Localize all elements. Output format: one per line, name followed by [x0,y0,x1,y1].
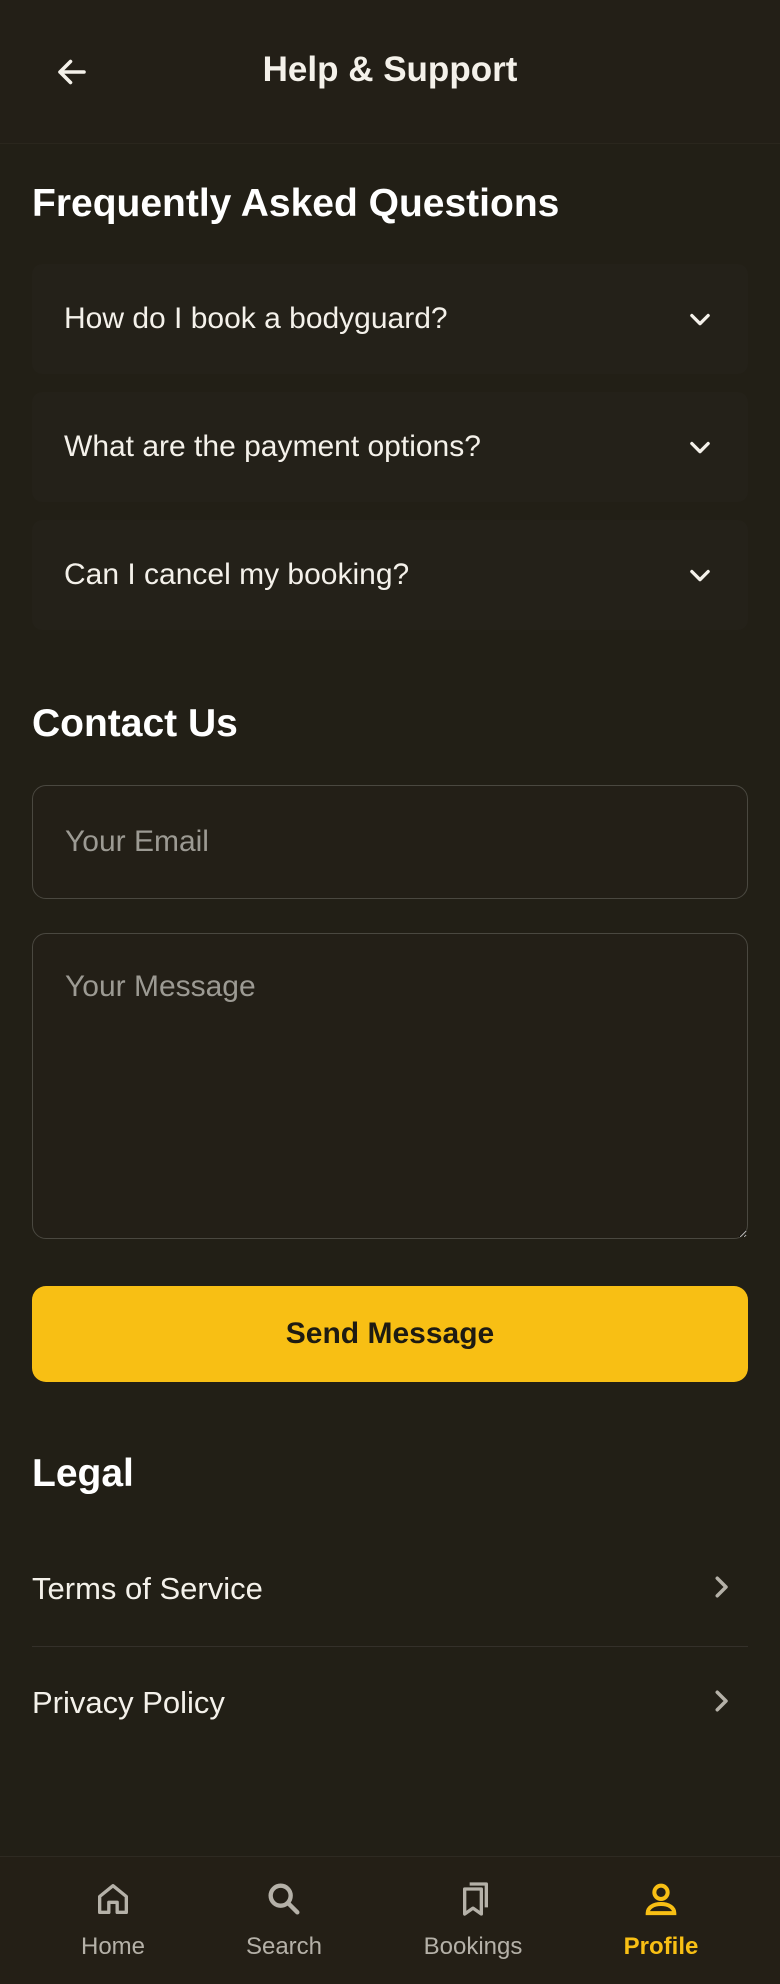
chevron-down-icon [684,431,716,463]
privacy-policy-link[interactable]: Privacy Policy [32,1647,748,1759]
search-icon [264,1877,304,1921]
legal-item-label: Terms of Service [32,1571,263,1606]
nav-label: Home [80,1933,146,1960]
nav-label: Profile [623,1933,699,1960]
bottom-nav: Home Search Bookings Profile [0,1856,780,1984]
faq-question: Can I cancel my booking? [64,558,410,591]
nav-label: Bookings [423,1933,523,1960]
legal-section-title: Legal [32,1452,134,1495]
bookmarks-icon [453,1877,493,1921]
contact-section-title: Contact Us [32,702,238,745]
nav-label: Search [245,1933,323,1960]
nav-item-bookings[interactable]: Bookings [378,1857,568,1984]
nav-item-profile[interactable]: Profile [566,1857,756,1984]
faq-question: How do I book a bodyguard? [64,302,448,335]
message-field[interactable] [32,933,748,1239]
chevron-down-icon [684,559,716,591]
faq-item-payment[interactable]: What are the payment options? [32,392,748,502]
chevron-right-icon [706,1686,736,1721]
faq-item-booking[interactable]: How do I book a bodyguard? [32,264,748,374]
profile-icon [641,1877,681,1921]
email-field[interactable] [32,785,748,899]
chevron-down-icon [684,303,716,335]
faq-section-title: Frequently Asked Questions [32,182,560,225]
nav-item-home[interactable]: Home [18,1857,208,1984]
terms-of-service-link[interactable]: Terms of Service [32,1533,748,1645]
app-header: Help & Support [0,0,780,144]
legal-item-label: Privacy Policy [32,1685,225,1720]
home-icon [93,1877,133,1921]
page-title: Help & Support [262,50,518,89]
faq-question: What are the payment options? [64,430,481,463]
faq-item-cancel[interactable]: Can I cancel my booking? [32,520,748,630]
send-message-button[interactable]: Send Message [32,1286,748,1382]
chevron-right-icon [706,1572,736,1607]
nav-item-search[interactable]: Search [189,1857,379,1984]
